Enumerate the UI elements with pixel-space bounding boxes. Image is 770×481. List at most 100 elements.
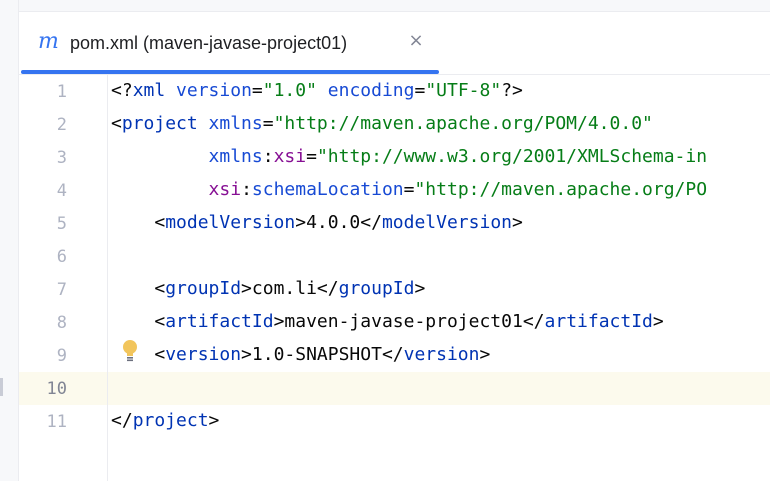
code-token: 1.0-SNAPSHOT <box>251 344 382 365</box>
left-strip-marker <box>0 378 3 396</box>
code-token: xmlns <box>208 146 263 167</box>
top-toolbar-strip <box>0 0 770 12</box>
code-text: <groupId>com.li</groupId> <box>111 278 425 300</box>
code-line[interactable]: 8 <artifactId>maven-javase-project01</ar… <box>19 306 770 339</box>
line-number: 1 <box>56 82 67 102</box>
code-token: project <box>121 113 198 134</box>
code-token: </ <box>522 311 545 332</box>
code-token: "UTF-8" <box>425 80 502 101</box>
code-token: project <box>132 410 209 431</box>
code-token: = <box>262 113 274 134</box>
code-token: > <box>208 410 220 431</box>
tab-pom-xml[interactable]: m pom.xml (maven-javase-project01) × <box>19 12 439 75</box>
code-text: <?xml version="1.0" encoding="UTF-8"?> <box>111 80 523 102</box>
code-token: version <box>403 344 480 365</box>
code-line[interactable]: 5 <modelVersion>4.0.0</modelVersion> <box>19 207 770 240</box>
code-token: groupId <box>338 278 415 299</box>
code-token: modelVersion <box>381 212 512 233</box>
code-line[interactable]: 6 <box>19 240 770 273</box>
code-line[interactable]: 7 <groupId>com.li</groupId> <box>19 273 770 306</box>
code-text: <modelVersion>4.0.0</modelVersion> <box>111 212 523 234</box>
code-token: > <box>414 278 426 299</box>
code-line[interactable]: 10 <box>19 372 770 405</box>
code-token: = <box>414 80 426 101</box>
code-token: artifactId <box>544 311 653 332</box>
line-number: 9 <box>56 346 67 366</box>
code-token: "http://www.w3.org/2001/XMLSchema-in <box>316 146 708 167</box>
code-token: > <box>241 278 252 299</box>
code-token: groupId <box>165 278 242 299</box>
code-token: > <box>479 344 491 365</box>
code-token: com.li <box>251 278 317 299</box>
code-token: < <box>111 311 166 332</box>
code-line[interactable]: 3 xmlns:xsi="http://www.w3.org/2001/XMLS… <box>19 141 770 174</box>
line-number: 11 <box>46 412 67 432</box>
code-token: 4.0.0 <box>306 212 361 233</box>
code-line[interactable]: 4 xsi:schemaLocation="http://maven.apach… <box>19 174 770 207</box>
code-token: </ <box>381 344 404 365</box>
code-token: <? <box>111 80 133 101</box>
code-line[interactable]: 2 <project xmlns="http://maven.apache.org… <box>19 108 770 141</box>
code-token: > <box>652 311 664 332</box>
code-token: = <box>251 80 263 101</box>
code-token: encoding <box>327 80 415 101</box>
code-token: schemaLocation <box>251 179 404 200</box>
code-token: : <box>241 179 252 200</box>
code-text: <artifactId>maven-javase-project01</arti… <box>111 311 664 333</box>
code-token: = <box>306 146 317 167</box>
code-line[interactable]: 11 </project> <box>19 405 770 438</box>
active-tab-indicator <box>21 70 439 74</box>
code-token: > <box>295 212 307 233</box>
code-token: modelVersion <box>165 212 296 233</box>
code-token: "http://maven.apache.org/POM/4.0.0" <box>273 113 653 134</box>
close-icon[interactable]: × <box>405 30 427 52</box>
line-number: 5 <box>56 214 67 234</box>
gutter-separator <box>107 75 108 481</box>
code-token: xsi <box>208 179 242 200</box>
code-token: < <box>111 212 166 233</box>
code-token: xmlns <box>208 113 263 134</box>
line-number: 10 <box>46 379 67 399</box>
code-token: ?> <box>501 80 523 101</box>
code-text: <project xmlns="http://maven.apache.org/… <box>111 113 653 135</box>
line-number: 2 <box>56 115 67 135</box>
code-text: xmlns:xsi="http://www.w3.org/2001/XMLSch… <box>111 146 708 168</box>
code-text: xsi:schemaLocation="http://maven.apache.… <box>111 179 708 201</box>
left-tool-strip <box>0 0 19 481</box>
code-token: xsi <box>273 146 307 167</box>
code-line[interactable]: 1 <?xml version="1.0" encoding="UTF-8"?> <box>19 75 770 108</box>
code-token: < <box>111 278 166 299</box>
code-token: maven-javase-project01 <box>284 311 523 332</box>
code-token: xml <box>132 80 166 101</box>
line-number: 6 <box>56 247 67 267</box>
line-number: 8 <box>56 313 67 333</box>
code-token: </ <box>360 212 382 233</box>
code-token: > <box>241 344 252 365</box>
code-token: </ <box>111 410 133 431</box>
code-token: : <box>262 146 274 167</box>
code-token: "http://maven.apache.org/PO <box>414 179 708 200</box>
code-token: < <box>111 113 122 134</box>
line-number: 7 <box>56 280 67 300</box>
code-token: version <box>165 344 242 365</box>
code-token: </ <box>316 278 339 299</box>
code-token: > <box>273 311 285 332</box>
code-token: "1.0" <box>262 80 317 101</box>
lightbulb-icon[interactable] <box>121 339 139 363</box>
maven-file-icon: m <box>38 29 59 54</box>
code-token: > <box>512 212 523 233</box>
code-token: version <box>176 80 252 101</box>
code-text: <version>1.0-SNAPSHOT</version> <box>111 344 490 366</box>
code-editor[interactable]: 1 <?xml version="1.0" encoding="UTF-8"?> 2… <box>19 75 770 481</box>
code-token: = <box>403 179 415 200</box>
code-text: </project> <box>111 410 219 432</box>
editor-tab-bar: m pom.xml (maven-javase-project01) × <box>19 12 770 75</box>
tab-label: pom.xml (maven-javase-project01) <box>70 33 348 53</box>
line-number: 3 <box>56 148 67 168</box>
line-number: 4 <box>56 181 67 201</box>
